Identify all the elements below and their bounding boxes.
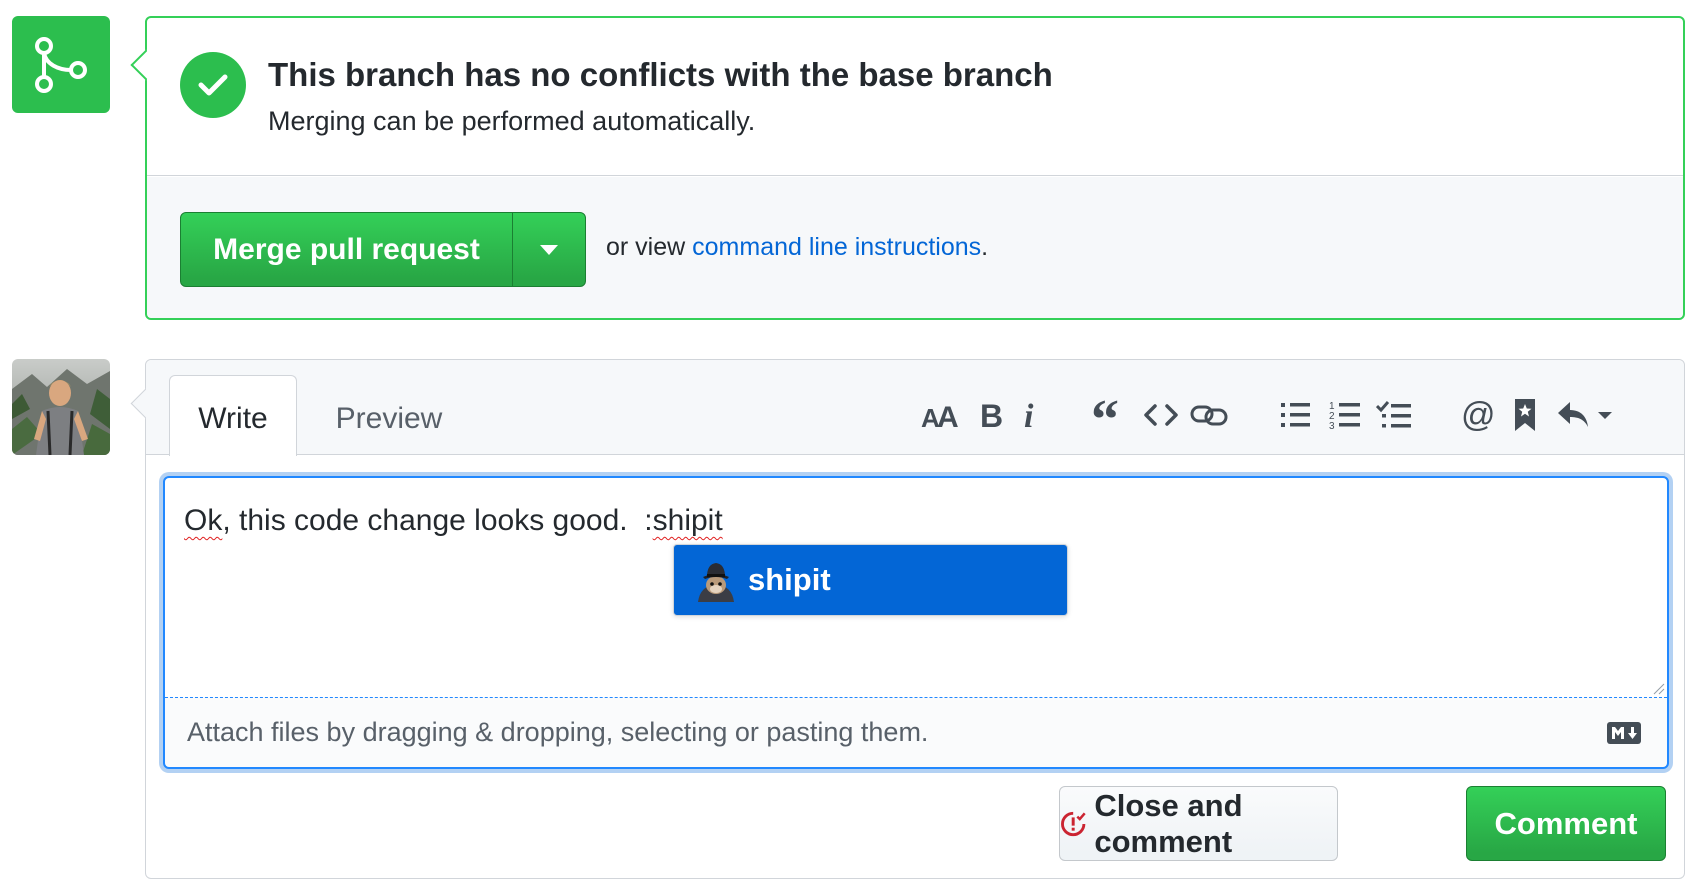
- comment-text-start: Ok: [184, 504, 223, 537]
- check-icon: [180, 52, 246, 118]
- caret-down-icon: [540, 244, 558, 255]
- tab-preview[interactable]: Preview: [314, 375, 464, 456]
- comment-text-emoji-query: shipit: [652, 504, 723, 537]
- link-icon[interactable]: [1187, 390, 1231, 440]
- merge-box: This branch has no conflicts with the ba…: [145, 16, 1685, 320]
- markdown-icon[interactable]: [1607, 722, 1641, 744]
- reference-icon[interactable]: [1503, 390, 1547, 440]
- ordered-list-icon[interactable]: 123: [1323, 390, 1367, 440]
- svg-text:3: 3: [1329, 421, 1335, 430]
- attach-files-hint: Attach files by dragging & dropping, sel…: [187, 717, 929, 747]
- merge-status-subtitle: Merging can be performed automatically.: [268, 106, 756, 136]
- shipit-emoji-icon: [698, 563, 734, 602]
- git-merge-icon: [12, 16, 110, 113]
- comment-text-middle: , this code change looks good. :: [222, 504, 653, 537]
- svg-text:@: @: [1461, 398, 1495, 432]
- italic-icon[interactable]: i: [1008, 390, 1052, 440]
- avatar[interactable]: [12, 359, 110, 455]
- command-line-hint: or view command line instructions.: [606, 233, 988, 262]
- svg-text:i: i: [1024, 399, 1034, 431]
- command-line-prefix: or view: [606, 233, 693, 261]
- comment-textarea[interactable]: Ok, this code change looks good. :shipit…: [163, 476, 1669, 769]
- resize-handle-icon[interactable]: [1653, 683, 1665, 695]
- mention-icon[interactable]: @: [1456, 390, 1500, 440]
- file-drop-zone[interactable]: Attach files by dragging & dropping, sel…: [165, 697, 1667, 767]
- code-icon[interactable]: [1139, 390, 1183, 440]
- merge-status-title: This branch has no conflicts with the ba…: [268, 56, 1053, 93]
- merge-button-group: Merge pull request: [180, 212, 586, 287]
- command-line-suffix: .: [981, 233, 989, 261]
- emoji-suggestion-item[interactable]: shipit: [673, 544, 1068, 616]
- task-list-icon[interactable]: [1372, 390, 1416, 440]
- svg-text:A: A: [937, 401, 959, 430]
- comment-form: Write Preview AA B i “ 123 @: [145, 359, 1685, 879]
- bold-icon[interactable]: B: [969, 390, 1013, 440]
- saved-reply-icon[interactable]: [1551, 390, 1621, 440]
- unordered-list-icon[interactable]: [1274, 390, 1318, 440]
- issue-closed-icon: [1061, 811, 1086, 836]
- close-and-comment-label: Close and comment: [1094, 787, 1243, 859]
- merge-method-dropdown[interactable]: [513, 213, 585, 286]
- close-and-comment-button[interactable]: Close and comment: [1059, 786, 1338, 861]
- tab-write[interactable]: Write: [169, 375, 297, 456]
- merge-status: This branch has no conflicts with the ba…: [147, 18, 1683, 176]
- merge-actions: Merge pull request or view command line …: [147, 177, 1683, 318]
- command-line-instructions-link[interactable]: command line instructions: [692, 233, 981, 261]
- svg-text:“: “: [1091, 400, 1119, 430]
- svg-text:B: B: [980, 399, 1003, 431]
- comment-text[interactable]: Ok, this code change looks good. :shipit: [184, 504, 723, 538]
- emoji-suggestion-label: shipit: [748, 562, 831, 597]
- quote-icon[interactable]: “: [1086, 390, 1130, 440]
- merge-pull-request-button[interactable]: Merge pull request: [181, 213, 513, 286]
- comment-button[interactable]: Comment: [1466, 786, 1666, 861]
- text-size-icon[interactable]: AA: [919, 390, 963, 440]
- comment-tabs-bar: Write Preview AA B i “ 123 @: [146, 360, 1684, 456]
